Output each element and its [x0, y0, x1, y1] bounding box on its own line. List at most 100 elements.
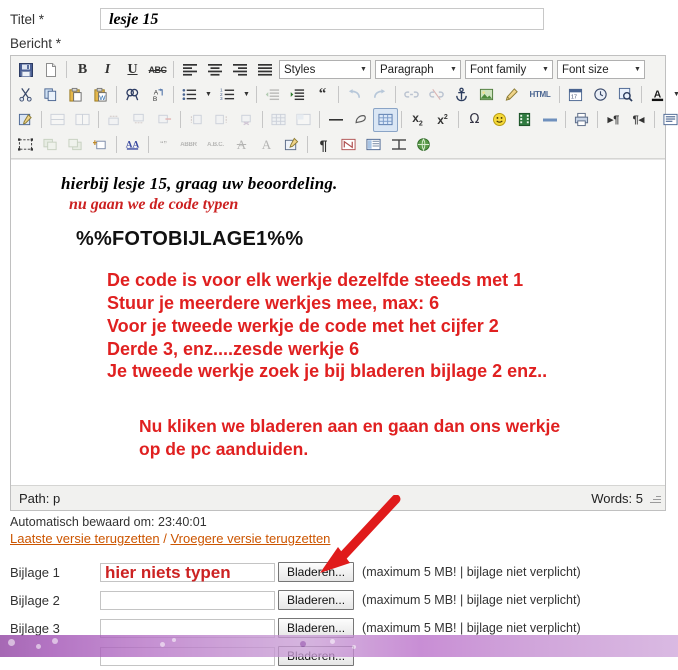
forecolor-dropdown-icon[interactable]: ▼ [670, 83, 678, 107]
layer-forward-icon[interactable] [63, 133, 88, 157]
acronym-icon[interactable]: A.B.C. [202, 133, 229, 157]
font-size-select[interactable]: Font size ▼ [557, 60, 645, 79]
delete-col-icon[interactable] [234, 108, 259, 132]
merge-cells-icon[interactable] [45, 108, 70, 132]
editor-content-area[interactable]: hierbij lesje 15, graag uw beoordeling. … [11, 159, 665, 485]
attachment-file-input[interactable]: hier niets typen [100, 562, 275, 582]
page-break-icon[interactable] [537, 108, 562, 132]
redo-icon[interactable] [367, 83, 392, 107]
row-after-icon[interactable] [127, 108, 152, 132]
remove-format-icon[interactable] [348, 108, 373, 132]
save-icon[interactable] [13, 58, 38, 82]
attributes-icon[interactable] [279, 133, 304, 157]
row-before-icon[interactable] [102, 108, 127, 132]
insert-time-icon[interactable] [588, 83, 613, 107]
find-replace-icon[interactable]: AB [145, 83, 170, 107]
toolbar-row-2: W AB ▼ 123 ▼ “ HTML 17 A ▼ [13, 82, 678, 107]
paragraph-select[interactable]: Paragraph ▼ [375, 60, 461, 79]
rtl-icon[interactable]: ¶◂ [626, 108, 651, 132]
table-props-icon[interactable] [266, 108, 291, 132]
toolbar-separator [458, 111, 459, 128]
nonbreaking-icon[interactable] [336, 133, 361, 157]
visual-aid-icon[interactable] [373, 107, 398, 132]
blockquote-icon[interactable]: “ [310, 83, 335, 107]
svg-text:W: W [99, 95, 106, 102]
outdent-icon[interactable] [260, 83, 285, 107]
superscript-icon[interactable]: x2 [430, 108, 455, 132]
underline-icon[interactable]: U [120, 58, 145, 82]
split-cells-icon[interactable] [70, 108, 95, 132]
subscript-icon[interactable]: x2 [405, 108, 430, 132]
ins-icon[interactable]: A [254, 133, 279, 157]
template-icon[interactable] [361, 133, 386, 157]
find-icon[interactable] [120, 83, 145, 107]
pagebreak2-icon[interactable] [386, 133, 411, 157]
bullet-list-icon[interactable] [177, 83, 202, 107]
bullet-list-dropdown-icon[interactable]: ▼ [202, 83, 215, 107]
paste-word-icon[interactable]: W [88, 83, 113, 107]
resize-grip-icon[interactable] [649, 492, 661, 504]
italic-icon[interactable]: I [95, 58, 120, 82]
special-char-icon[interactable]: Ω [462, 108, 487, 132]
bold-icon[interactable]: B [70, 58, 95, 82]
numbered-list-dropdown-icon[interactable]: ▼ [240, 83, 253, 107]
unlink-icon[interactable] [424, 83, 449, 107]
html-source-icon[interactable]: HTML [524, 83, 556, 107]
anchor-icon[interactable] [449, 83, 474, 107]
toolbar-separator [641, 86, 642, 103]
editor-status-bar: Path: p Words: 5 [11, 485, 665, 510]
chevron-down-icon: ▼ [542, 66, 549, 73]
citation-icon[interactable]: “” [152, 133, 175, 157]
print-icon[interactable] [569, 108, 594, 132]
styles-select[interactable]: Styles ▼ [279, 60, 371, 79]
select-all-icon[interactable] [13, 133, 38, 157]
browse-button[interactable]: Bladeren... [278, 562, 355, 582]
body-label: Bericht * [10, 36, 62, 51]
restore-previous-version-link[interactable]: Vroegere versie terugzetten [170, 531, 330, 546]
xhtml-icon[interactable] [411, 133, 436, 157]
align-center-icon[interactable] [202, 58, 227, 82]
new-document-icon[interactable] [38, 58, 63, 82]
autosave-status: Automatisch bewaard om: 23:40:01 [10, 515, 207, 529]
image-icon[interactable] [474, 83, 499, 107]
abbreviation-icon[interactable]: ABBR [175, 133, 202, 157]
numbered-list-icon[interactable]: 123 [215, 83, 240, 107]
col-before-icon[interactable] [184, 108, 209, 132]
insert-layer-icon[interactable] [88, 133, 113, 157]
attachment-file-input[interactable] [100, 590, 275, 610]
strikethrough-icon[interactable]: ABC [145, 58, 170, 82]
horizontal-rule-icon[interactable] [323, 108, 348, 132]
delete-row-icon[interactable] [152, 108, 177, 132]
toolbar-separator [41, 111, 42, 128]
restore-last-version-link[interactable]: Laatste versie terugzetten [10, 531, 160, 546]
styleprops-icon[interactable]: AA [120, 133, 145, 157]
toolbar-separator [173, 61, 174, 78]
justify-icon[interactable] [252, 58, 277, 82]
cell-props-icon[interactable] [291, 108, 316, 132]
align-left-icon[interactable] [177, 58, 202, 82]
show-blocks-icon[interactable]: ¶ [311, 133, 336, 157]
indent-icon[interactable] [285, 83, 310, 107]
layer-back-icon[interactable] [38, 133, 63, 157]
insert-date-icon[interactable]: 17 [563, 83, 588, 107]
browse-button[interactable]: Bladeren... [278, 590, 355, 610]
preview-icon[interactable] [613, 83, 638, 107]
link-icon[interactable] [399, 83, 424, 107]
emoticon-icon[interactable] [487, 108, 512, 132]
media-icon[interactable] [512, 108, 537, 132]
ltr-icon[interactable]: ▸¶ [601, 108, 626, 132]
del-icon[interactable]: A [229, 133, 254, 157]
align-right-icon[interactable] [227, 58, 252, 82]
col-after-icon[interactable] [209, 108, 234, 132]
cut-icon[interactable] [13, 83, 38, 107]
fullscreen-icon[interactable] [658, 108, 678, 132]
paste-icon[interactable] [63, 83, 88, 107]
cleanup-icon[interactable] [499, 83, 524, 107]
copy-icon[interactable] [38, 83, 63, 107]
toolbar-separator [262, 111, 263, 128]
edit-css-icon[interactable] [13, 108, 38, 132]
title-input[interactable]: lesje 15 [100, 8, 544, 30]
undo-icon[interactable] [342, 83, 367, 107]
forecolor-icon[interactable]: A [645, 83, 670, 107]
font-family-select[interactable]: Font family ▼ [465, 60, 553, 79]
